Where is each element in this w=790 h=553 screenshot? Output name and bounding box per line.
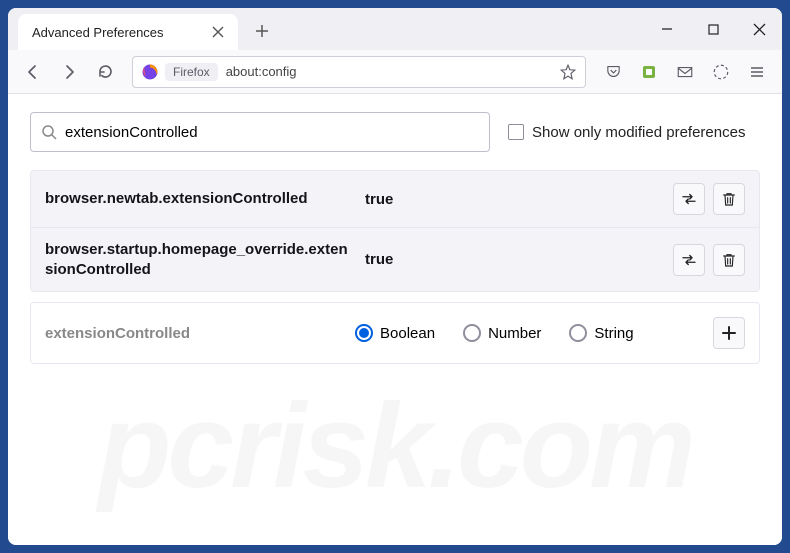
- about-config-content: Show only modified preferences browser.n…: [8, 94, 782, 545]
- preference-row: browser.newtab.extensionControlled true: [31, 171, 759, 228]
- delete-button[interactable]: [713, 244, 745, 276]
- close-window-button[interactable]: [736, 8, 782, 50]
- minimize-button[interactable]: [644, 8, 690, 50]
- preference-actions: [673, 183, 745, 215]
- type-number-radio[interactable]: Number: [463, 324, 541, 342]
- tab-title: Advanced Preferences: [32, 25, 164, 40]
- checkbox-label: Show only modified preferences: [532, 124, 745, 141]
- url-text: about:config: [226, 64, 297, 79]
- bookmark-star-icon[interactable]: [559, 63, 577, 81]
- create-preference-row: extensionControlled Boolean Number Strin…: [30, 302, 760, 364]
- preference-list: browser.newtab.extensionControlled true …: [30, 170, 760, 292]
- account-icon[interactable]: [706, 57, 736, 87]
- radio-icon: [569, 324, 587, 342]
- back-button[interactable]: [18, 57, 48, 87]
- firefox-icon: [141, 63, 159, 81]
- radio-icon: [355, 324, 373, 342]
- identity-badge: Firefox: [165, 63, 218, 81]
- preference-name: browser.newtab.extensionControlled: [45, 189, 355, 209]
- mail-icon[interactable]: [670, 57, 700, 87]
- search-box[interactable]: [30, 112, 490, 152]
- preference-value: true: [355, 191, 673, 208]
- search-input[interactable]: [65, 124, 479, 141]
- firefox-window: Advanced Preferences: [8, 8, 782, 545]
- preference-value: true: [355, 251, 673, 268]
- maximize-button[interactable]: [690, 8, 736, 50]
- pocket-icon[interactable]: [598, 57, 628, 87]
- new-tab-button[interactable]: [248, 17, 276, 45]
- toggle-button[interactable]: [673, 183, 705, 215]
- create-preference-name: extensionControlled: [45, 325, 355, 342]
- extension-icon[interactable]: [634, 57, 664, 87]
- search-icon: [41, 124, 57, 140]
- search-row: Show only modified preferences: [30, 112, 760, 152]
- type-label: Number: [488, 325, 541, 342]
- radio-icon: [463, 324, 481, 342]
- toolbar: Firefox about:config: [8, 50, 782, 94]
- delete-button[interactable]: [713, 183, 745, 215]
- preference-row: browser.startup.homepage_override.extens…: [31, 228, 759, 291]
- add-preference-button[interactable]: [713, 317, 745, 349]
- menu-button[interactable]: [742, 57, 772, 87]
- browser-tab[interactable]: Advanced Preferences: [18, 14, 238, 50]
- type-label: String: [594, 325, 633, 342]
- reload-button[interactable]: [90, 57, 120, 87]
- type-string-radio[interactable]: String: [569, 324, 633, 342]
- close-tab-icon[interactable]: [210, 24, 226, 40]
- type-label: Boolean: [380, 325, 435, 342]
- type-selector: Boolean Number String: [355, 324, 713, 342]
- toggle-button[interactable]: [673, 244, 705, 276]
- checkbox-icon: [508, 124, 524, 140]
- address-bar[interactable]: Firefox about:config: [132, 56, 586, 88]
- window-controls: [644, 8, 782, 50]
- show-modified-checkbox[interactable]: Show only modified preferences: [508, 124, 745, 141]
- titlebar: Advanced Preferences: [8, 8, 782, 50]
- forward-button[interactable]: [54, 57, 84, 87]
- preference-name: browser.startup.homepage_override.extens…: [45, 240, 355, 279]
- preference-actions: [673, 244, 745, 276]
- type-boolean-radio[interactable]: Boolean: [355, 324, 435, 342]
